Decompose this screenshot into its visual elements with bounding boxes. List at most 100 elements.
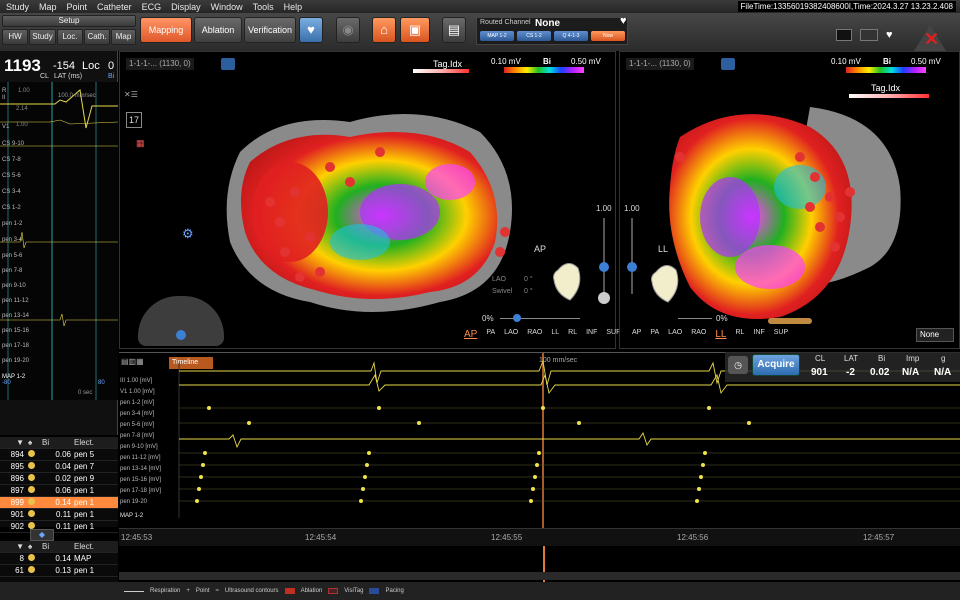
col-bi[interactable]: Bi	[42, 438, 74, 447]
side-number[interactable]: 17	[126, 112, 142, 128]
routed-channel-cs[interactable]: CS 1-2	[517, 31, 551, 41]
close-x-icon[interactable]: ✕	[924, 29, 939, 50]
tag-dot-icon	[28, 462, 35, 469]
row-bi: 0.06	[55, 486, 71, 495]
tab-study[interactable]: Study	[29, 29, 56, 45]
tag-dot-icon	[28, 522, 35, 529]
none-dropdown[interactable]: None	[916, 328, 954, 342]
table-row[interactable]: 61 0.13 pen 1	[0, 565, 118, 577]
tab-hw[interactable]: HW	[2, 29, 28, 45]
view-inf[interactable]: INF	[586, 329, 597, 340]
table-row[interactable]: 901 0.11 pen 1	[0, 509, 118, 521]
map-menu-icon[interactable]	[721, 58, 735, 70]
monitor-icon[interactable]	[836, 29, 852, 41]
opacity-thumb-left[interactable]	[513, 314, 521, 322]
slider-down-icon[interactable]	[598, 292, 610, 304]
col-elect[interactable]: Elect.	[74, 542, 114, 551]
screen-icon[interactable]: ▤	[442, 17, 466, 43]
heart-device-icon[interactable]: ♥	[886, 29, 902, 41]
vertical-slider-left[interactable]	[603, 218, 605, 294]
opacity-slider-left[interactable]	[500, 318, 580, 319]
view-ll[interactable]: LL	[551, 329, 559, 340]
view-ap[interactable]: AP	[632, 329, 641, 340]
view-rl[interactable]: RL	[735, 329, 744, 340]
trace-ch-map12: MAP 1-2	[120, 513, 144, 519]
menu-study[interactable]: Study	[6, 2, 29, 12]
vertical-slider-thumb-left[interactable]	[599, 262, 609, 272]
tab-map[interactable]: Map	[111, 29, 136, 45]
left-ch-ii: II	[2, 95, 6, 101]
filter-icon[interactable]: ▼	[0, 542, 28, 551]
filter-icon[interactable]: ▼	[0, 438, 28, 447]
heart-map-left[interactable]	[220, 92, 530, 342]
ablation-button[interactable]: Ablation	[194, 17, 242, 43]
col-bi[interactable]: Bi	[42, 542, 74, 551]
menu-catheter[interactable]: Catheter	[97, 2, 132, 12]
grid-tool-icon[interactable]: ▦	[136, 138, 154, 152]
heart-plus-icon[interactable]: ♥	[299, 17, 323, 43]
view-rao[interactable]: RAO	[527, 329, 542, 340]
menu-point[interactable]: Point	[67, 2, 88, 12]
view-pa[interactable]: PA	[486, 329, 495, 340]
legend-strip: Respiration + Point ≈ Ultrasound contour…	[0, 582, 960, 600]
verification-button[interactable]: Verification	[244, 17, 296, 43]
col-elect[interactable]: Elect.	[74, 438, 114, 447]
bell-shape-icon[interactable]: ⌂	[372, 17, 396, 43]
view-lao[interactable]: LAO	[668, 329, 682, 340]
setup-button[interactable]: Setup	[2, 15, 136, 27]
acquire-button[interactable]: Acquire	[752, 354, 800, 376]
table-row-selected[interactable]: 899 0.14 pen 1	[0, 497, 118, 509]
map-view-right[interactable]: 1-1-1-... (1130, 0) 0.10 mV Bi 0.50 mV T…	[619, 51, 960, 349]
voltage-max-left: 0.50 mV	[571, 57, 601, 66]
table-row[interactable]: 8 0.14 MAP	[0, 553, 118, 565]
window-dropdown-icon[interactable]: ▣	[400, 17, 430, 43]
menu-display[interactable]: Display	[171, 2, 201, 12]
heart-map-right[interactable]	[660, 97, 910, 337]
view-ap[interactable]: AP	[464, 329, 477, 340]
mapping-button[interactable]: Mapping	[140, 17, 192, 43]
timeline-strip[interactable]	[119, 546, 960, 582]
opacity-slider-right[interactable]	[678, 318, 712, 319]
settings-gear-icon[interactable]: ⚙	[182, 226, 194, 242]
menu-help[interactable]: Help	[284, 2, 303, 12]
menu-map[interactable]: Map	[39, 2, 57, 12]
tab-loc[interactable]: Loc.	[57, 29, 83, 45]
view-inf[interactable]: INF	[753, 329, 764, 340]
lao-label: LAO	[492, 276, 507, 283]
map-header-left[interactable]: 1-1-1-... (1130, 0)	[126, 58, 194, 70]
left-num-a: -80	[2, 380, 11, 386]
table-row[interactable]: 894 0.06 pen 5	[0, 449, 118, 461]
table-row[interactable]: 895 0.04 pen 7	[0, 461, 118, 473]
swivel-value: 0 °	[524, 288, 533, 295]
map-view-left[interactable]: 1-1-1-... (1130, 0) ✕☰ 17 ▦ ⚙ 0.10 mV Bi…	[119, 51, 621, 349]
menu-window[interactable]: Window	[211, 2, 243, 12]
table-toggle-icon[interactable]: ◆	[30, 529, 54, 541]
table-row[interactable]: 896 0.02 pen 9	[0, 473, 118, 485]
routed-channel-q[interactable]: Q 4-1-3	[554, 31, 588, 41]
view-rao[interactable]: RAO	[691, 329, 706, 340]
view-pa[interactable]: PA	[650, 329, 659, 340]
routed-title: Routed Channel	[480, 19, 531, 26]
view-rl[interactable]: RL	[568, 329, 577, 340]
view-ll[interactable]: LL	[715, 329, 726, 340]
nav-center-icon[interactable]	[176, 330, 186, 340]
tab-cath[interactable]: Cath.	[84, 29, 110, 45]
vertical-slider-thumb-right[interactable]	[627, 262, 637, 272]
routed-channel-map[interactable]: MAP 1-2	[480, 31, 514, 41]
menu-ecg[interactable]: ECG	[142, 2, 162, 12]
timeline-scrollbar[interactable]	[119, 572, 960, 580]
table-row[interactable]: 897 0.06 pen 1	[0, 485, 118, 497]
record-icon[interactable]: ◉	[336, 17, 360, 43]
map-header-right[interactable]: 1-1-1-... (1130, 0)	[626, 58, 694, 70]
table-row[interactable]: 902 0.11 pen 1	[0, 521, 118, 533]
view-lao[interactable]: LAO	[504, 329, 518, 340]
routed-channel-now[interactable]: Now	[591, 31, 625, 41]
map-menu-icon[interactable]	[221, 58, 235, 70]
menu-tools[interactable]: Tools	[253, 2, 274, 12]
left-ch-cs78: CS 7-8	[2, 157, 21, 163]
clock-icon[interactable]: ◷	[728, 356, 748, 374]
view-sup[interactable]: SUP	[774, 329, 788, 340]
device-icon[interactable]	[860, 29, 878, 41]
vertical-slider-right[interactable]	[631, 218, 633, 294]
map-tool-icon[interactable]: ✕☰	[124, 90, 150, 106]
